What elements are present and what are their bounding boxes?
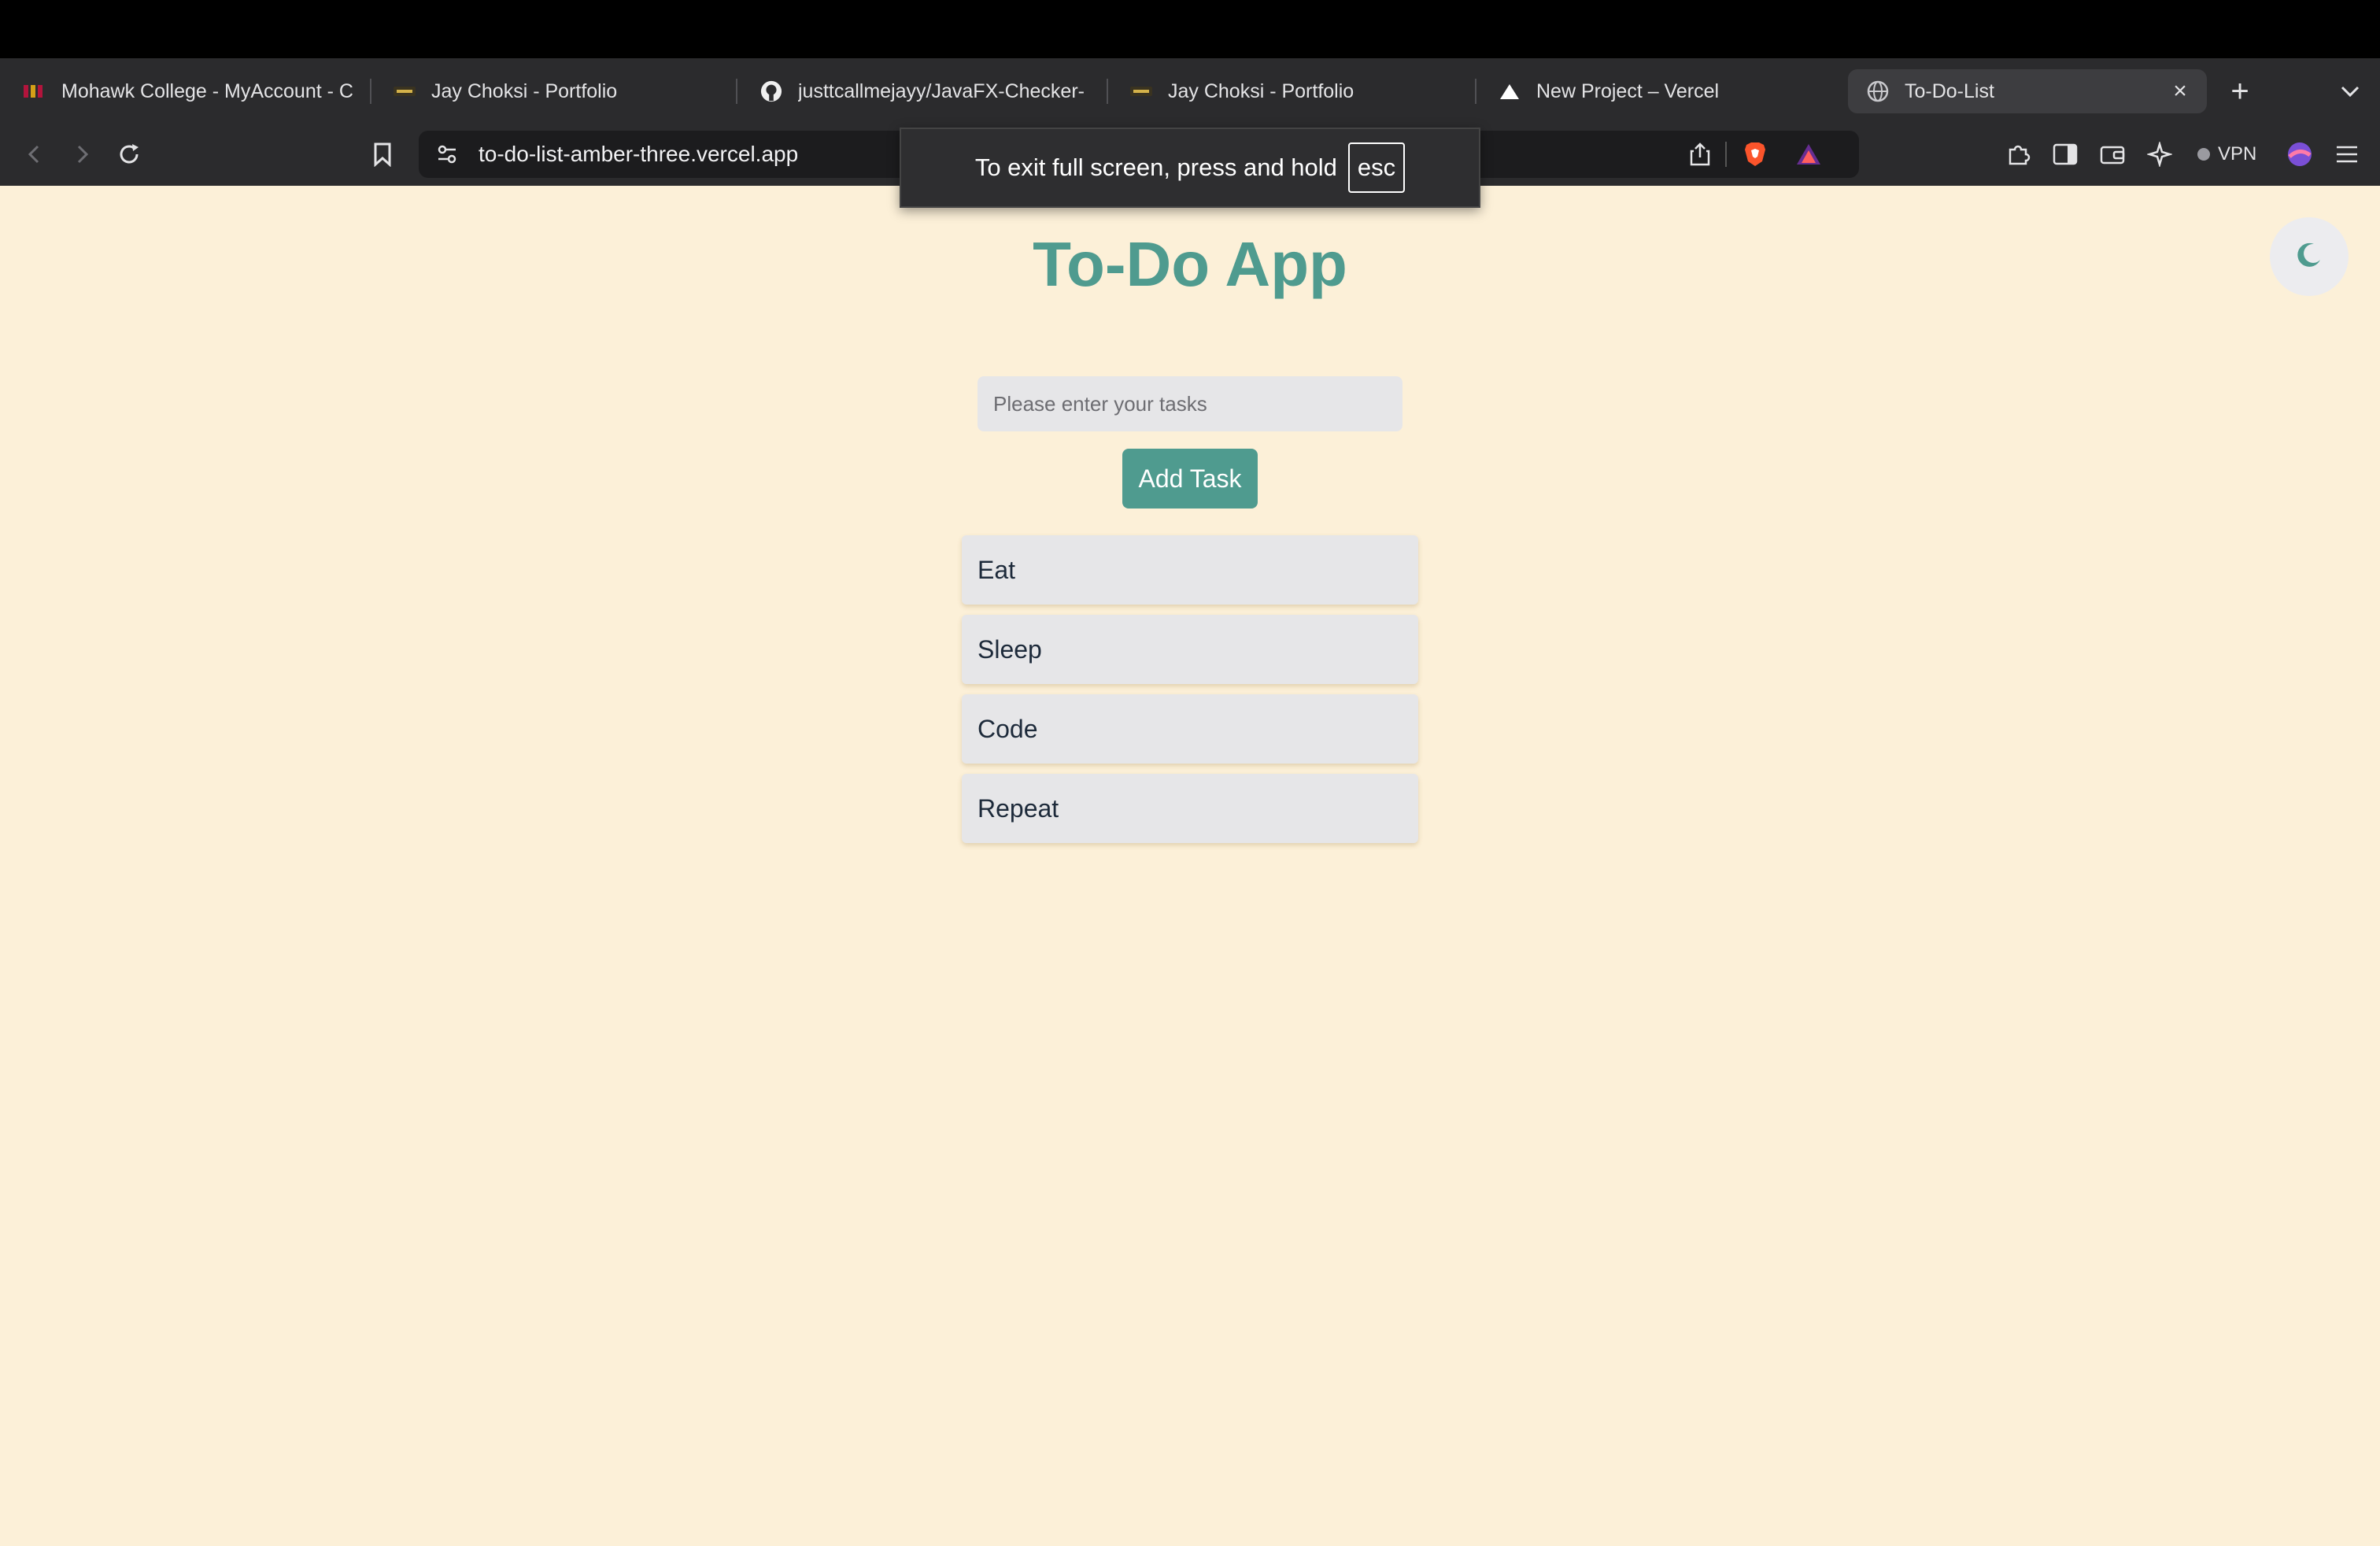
github-icon — [760, 80, 782, 102]
url-text: to-do-list-amber-three.vercel.app — [479, 142, 799, 166]
task-item-sleep[interactable]: Sleep — [962, 615, 1418, 684]
task-item-code[interactable]: Code — [962, 694, 1418, 764]
brave-shields-icon[interactable] — [1738, 137, 1772, 172]
task-item-eat[interactable]: Eat — [962, 535, 1418, 605]
theme-toggle-button[interactable] — [2270, 217, 2349, 296]
mohawk-favicon-icon — [24, 80, 46, 102]
moon-icon — [2293, 239, 2325, 275]
esc-key-hint: esc — [1347, 142, 1406, 193]
portfolio-favicon-icon — [1130, 80, 1152, 102]
tab-label: Jay Choksi - Portfolio — [431, 80, 618, 102]
tab-portfolio[interactable]: Jay Choksi - Portfolio — [394, 69, 724, 113]
site-settings-icon[interactable] — [430, 137, 464, 172]
tab-portfolio-2[interactable]: Jay Choksi - Portfolio — [1130, 69, 1461, 113]
brave-rewards-icon[interactable] — [1791, 137, 1826, 172]
back-icon[interactable] — [17, 137, 52, 172]
vpn-status-icon — [2197, 148, 2210, 161]
tab-separator — [1475, 79, 1476, 104]
sidebar-icon[interactable] — [2048, 137, 2082, 172]
tab-separator — [1107, 79, 1108, 104]
vpn-button[interactable]: VPN — [2185, 134, 2269, 175]
fullscreen-exit-notice: To exit full screen, press and hold esc — [900, 128, 1480, 208]
reload-icon[interactable] — [112, 137, 146, 172]
task-input[interactable] — [978, 376, 1402, 431]
tab-todo-list[interactable]: To-Do-List × — [1848, 69, 2207, 113]
fullscreen-notice-text: To exit full screen, press and hold — [974, 153, 1337, 181]
task-list: Eat Sleep Code Repeat — [962, 535, 1418, 853]
page-title: To-Do App — [1033, 229, 1347, 299]
tab-label: Mohawk College - MyAccount - C — [61, 80, 353, 102]
leo-ai-icon[interactable] — [2142, 137, 2177, 172]
globe-icon — [1867, 80, 1889, 102]
plus-icon[interactable]: + — [2221, 74, 2259, 109]
tab-vercel[interactable]: New Project – Vercel — [1499, 69, 1829, 113]
tab-label: New Project – Vercel — [1536, 80, 1720, 102]
profile-avatar-icon[interactable] — [2282, 137, 2317, 172]
tab-label: Jay Choksi - Portfolio — [1168, 80, 1354, 102]
portfolio-favicon-icon — [394, 80, 416, 102]
share-icon[interactable] — [1683, 137, 1717, 172]
chevron-down-icon[interactable] — [2333, 76, 2367, 107]
tab-github[interactable]: justtcallmejayy/JavaFX-Checker- — [760, 69, 1091, 113]
add-task-button[interactable]: Add Task — [1122, 449, 1258, 509]
vercel-icon — [1499, 80, 1521, 102]
close-icon[interactable]: × — [2168, 79, 2193, 104]
tab-label: To-Do-List — [1905, 80, 1994, 102]
tab-separator — [370, 79, 371, 104]
tab-mohawk[interactable]: Mohawk College - MyAccount - C — [24, 69, 354, 113]
menubar — [0, 0, 2380, 58]
wallet-icon[interactable] — [2095, 137, 2130, 172]
bookmark-icon[interactable] — [365, 137, 400, 172]
forward-icon[interactable] — [65, 137, 99, 172]
task-item-repeat[interactable]: Repeat — [962, 774, 1418, 843]
tab-strip: Mohawk College - MyAccount - C Jay Choks… — [0, 58, 2380, 123]
tab-label: justtcallmejayy/JavaFX-Checker- — [798, 80, 1085, 102]
tab-separator — [736, 79, 737, 104]
extensions-icon[interactable] — [2001, 137, 2035, 172]
vpn-label: VPN — [2218, 143, 2257, 165]
url-divider — [1725, 142, 1727, 167]
menu-icon[interactable] — [2330, 137, 2364, 172]
